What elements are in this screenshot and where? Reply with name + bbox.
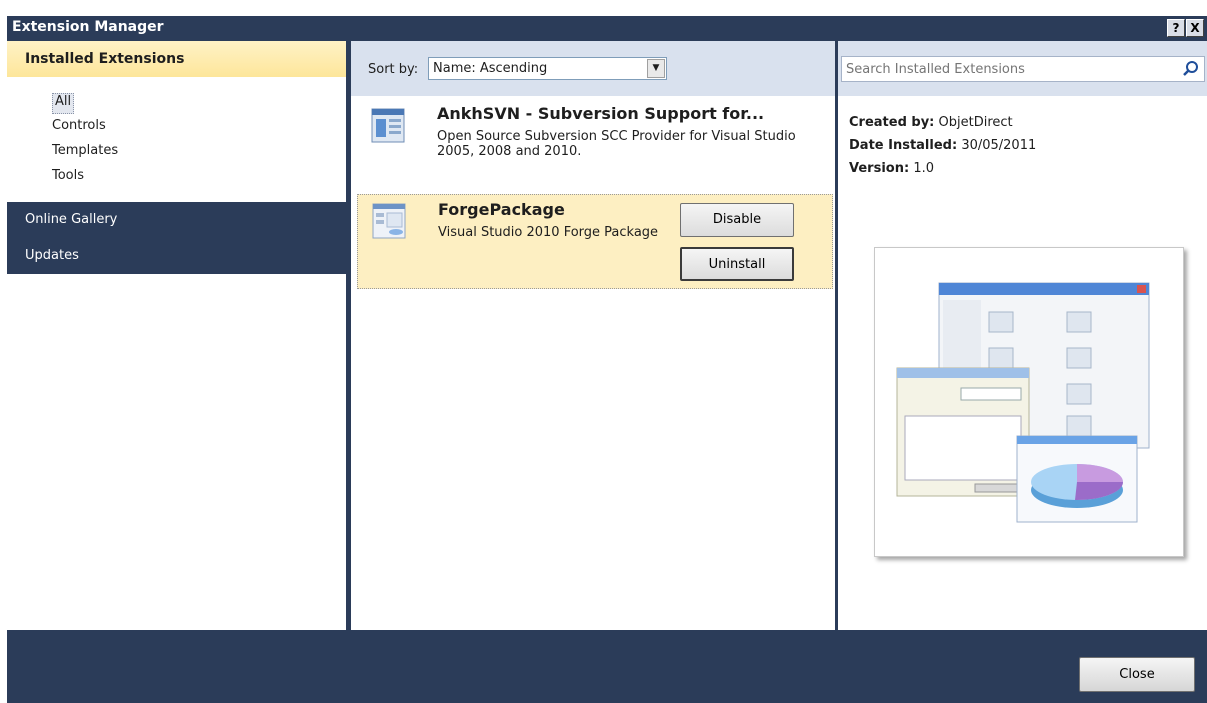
created-by: Created by: ObjetDirect (849, 115, 1013, 130)
help-button[interactable]: ? (1167, 19, 1185, 37)
window-title: Extension Manager (12, 19, 164, 35)
extension-name: AnkhSVN - Subversion Support for... (437, 104, 765, 123)
extension-item-forgepackage[interactable]: ForgePackage Visual Studio 2010 Forge Pa… (357, 194, 833, 289)
extension-description: Visual Studio 2010 Forge Package (438, 225, 659, 240)
close-button[interactable]: Close (1079, 657, 1195, 692)
nav-updates[interactable]: Updates (7, 238, 346, 274)
installed-extensions-header[interactable]: Installed Extensions (7, 41, 346, 77)
sidebar: Installed Extensions All Controls Templa… (7, 41, 346, 630)
title-bar: Extension Manager ? X (7, 16, 1207, 40)
disable-button[interactable]: Disable (680, 203, 794, 237)
search-box[interactable] (841, 56, 1205, 82)
uninstall-button[interactable]: Uninstall (680, 247, 794, 281)
version-value: 1.0 (913, 161, 934, 176)
sort-label: Sort by: (368, 62, 419, 77)
preview-image (874, 247, 1184, 557)
created-by-label: Created by: (849, 115, 935, 130)
category-tools[interactable]: Tools (52, 168, 118, 193)
version-label: Version: (849, 161, 910, 176)
extension-name: ForgePackage (438, 200, 565, 219)
extension-description: Open Source Subversion SCC Provider for … (437, 129, 796, 159)
date-installed-value: 30/05/2011 (961, 138, 1037, 153)
sort-toolbar: Sort by: Name: Ascending ▼ (351, 41, 835, 96)
extension-item-ankhsvn[interactable]: AnkhSVN - Subversion Support for... Open… (357, 99, 833, 179)
category-controls[interactable]: Controls (52, 118, 118, 143)
category-templates[interactable]: Templates (52, 143, 118, 168)
details-pane: Created by: ObjetDirect Date Installed: … (838, 41, 1207, 630)
search-input[interactable] (846, 60, 1166, 78)
sort-dropdown-value: Name: Ascending (433, 61, 548, 76)
extension-icon (371, 108, 405, 143)
window-close-button[interactable]: X (1186, 19, 1204, 37)
created-by-value: ObjetDirect (938, 115, 1013, 130)
category-all-label: All (52, 93, 75, 114)
version: Version: 1.0 (849, 161, 934, 176)
extension-list-pane: Sort by: Name: Ascending ▼ AnkhSVN - Sub… (351, 41, 835, 630)
sort-dropdown[interactable]: Name: Ascending ▼ (428, 57, 667, 80)
extension-icon (372, 203, 406, 239)
category-list: All Controls Templates Tools (52, 93, 118, 193)
nav-online-gallery[interactable]: Online Gallery (7, 202, 346, 238)
nav-online-gallery-label: Online Gallery (25, 212, 118, 227)
search-icon[interactable] (1182, 60, 1200, 78)
nav-updates-label: Updates (25, 248, 79, 263)
category-all[interactable]: All (52, 93, 118, 118)
installed-extensions-label: Installed Extensions (25, 51, 185, 67)
dropdown-arrow-icon[interactable]: ▼ (647, 59, 665, 78)
date-installed-label: Date Installed: (849, 138, 958, 153)
preview-illustration (896, 282, 1150, 523)
date-installed: Date Installed: 30/05/2011 (849, 138, 1036, 153)
search-bar (838, 41, 1207, 96)
